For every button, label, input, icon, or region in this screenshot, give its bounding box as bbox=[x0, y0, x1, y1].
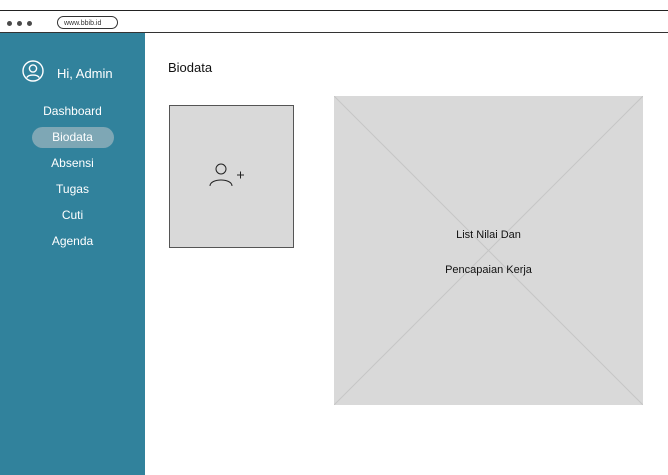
maximize-dot[interactable] bbox=[27, 21, 32, 26]
user-greeting: Hi, Admin bbox=[57, 66, 113, 81]
window-controls bbox=[7, 21, 32, 26]
sidebar-nav: Dashboard Biodata Absensi Tugas Cuti Age… bbox=[0, 101, 145, 257]
sidebar: Hi, Admin Dashboard Biodata Absensi Tuga… bbox=[0, 33, 145, 475]
placeholder-text-line2: Pencapaian Kerja bbox=[445, 264, 532, 276]
minimize-dot[interactable] bbox=[17, 21, 22, 26]
sidebar-item-dashboard[interactable]: Dashboard bbox=[0, 101, 145, 122]
sidebar-item-agenda[interactable]: Agenda bbox=[0, 231, 145, 252]
sidebar-item-tugas[interactable]: Tugas bbox=[0, 179, 145, 200]
user-profile[interactable]: Hi, Admin bbox=[22, 60, 113, 87]
browser-bar: www.bbib.id bbox=[0, 0, 668, 33]
sidebar-item-cuti[interactable]: Cuti bbox=[0, 205, 145, 226]
sidebar-item-absensi[interactable]: Absensi bbox=[0, 153, 145, 174]
address-bar[interactable]: www.bbib.id bbox=[57, 16, 118, 29]
sidebar-item-biodata[interactable]: Biodata bbox=[31, 127, 114, 148]
window-top-border bbox=[0, 10, 668, 11]
placeholder-cross-lines bbox=[334, 96, 643, 405]
performance-list-placeholder: List Nilai Dan Pencapaian Kerja bbox=[334, 96, 643, 405]
placeholder-text-line1: List Nilai Dan bbox=[456, 229, 521, 241]
page-title: Biodata bbox=[168, 60, 213, 75]
add-user-icon[interactable] bbox=[207, 162, 247, 195]
close-dot[interactable] bbox=[7, 21, 12, 26]
user-circle-icon bbox=[22, 60, 44, 87]
